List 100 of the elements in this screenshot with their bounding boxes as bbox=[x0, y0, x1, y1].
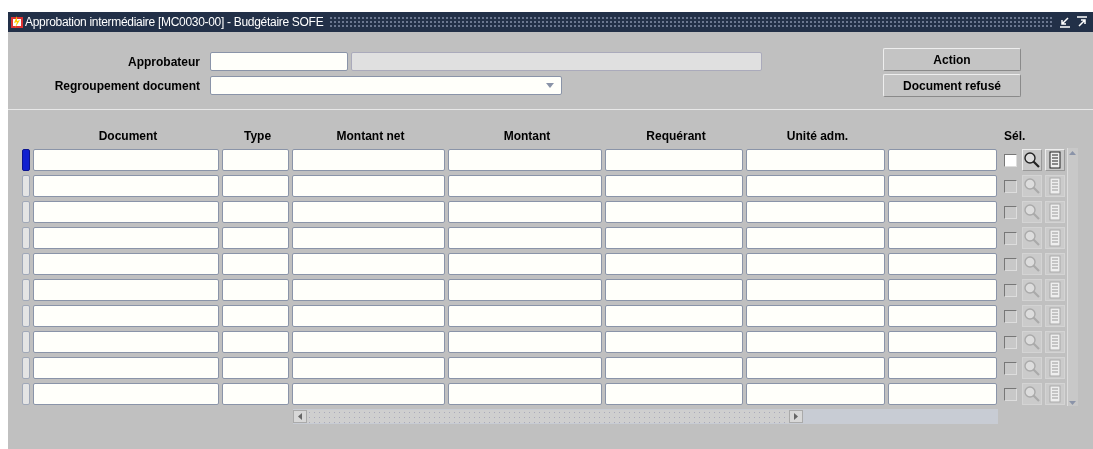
table-cell[interactable] bbox=[448, 253, 602, 275]
checkbox[interactable] bbox=[1004, 283, 1017, 297]
list-button[interactable] bbox=[1045, 201, 1065, 223]
checkbox[interactable] bbox=[1004, 309, 1017, 323]
list-button[interactable] bbox=[1045, 227, 1065, 249]
table-cell[interactable] bbox=[746, 175, 885, 197]
table-cell[interactable] bbox=[33, 357, 219, 379]
table-cell[interactable] bbox=[448, 149, 602, 171]
record-indicator[interactable] bbox=[22, 175, 30, 197]
table-cell[interactable] bbox=[448, 357, 602, 379]
table-cell[interactable] bbox=[222, 305, 289, 327]
horizontal-scrollbar[interactable] bbox=[293, 409, 998, 424]
table-cell[interactable] bbox=[448, 383, 602, 405]
checkbox[interactable] bbox=[1004, 361, 1017, 375]
table-cell[interactable] bbox=[222, 279, 289, 301]
table-cell[interactable] bbox=[605, 383, 743, 405]
record-indicator[interactable] bbox=[22, 383, 30, 405]
table-cell[interactable] bbox=[292, 149, 445, 171]
vertical-scrollbar[interactable] bbox=[1067, 148, 1078, 406]
record-indicator[interactable] bbox=[22, 227, 30, 249]
table-cell[interactable] bbox=[746, 305, 885, 327]
checkbox[interactable] bbox=[1004, 387, 1017, 401]
table-cell[interactable] bbox=[448, 279, 602, 301]
checkbox[interactable] bbox=[1004, 153, 1017, 167]
table-cell[interactable] bbox=[292, 357, 445, 379]
table-cell[interactable] bbox=[746, 253, 885, 275]
table-cell[interactable] bbox=[222, 357, 289, 379]
table-cell[interactable] bbox=[448, 227, 602, 249]
record-indicator[interactable] bbox=[22, 331, 30, 353]
table-cell[interactable] bbox=[292, 253, 445, 275]
dropdown-field[interactable] bbox=[210, 76, 562, 95]
table-cell[interactable] bbox=[222, 149, 289, 171]
record-indicator[interactable] bbox=[22, 357, 30, 379]
table-cell[interactable] bbox=[746, 383, 885, 405]
table-cell[interactable] bbox=[605, 305, 743, 327]
table-cell[interactable] bbox=[292, 201, 445, 223]
table-cell[interactable] bbox=[33, 305, 219, 327]
checkbox[interactable] bbox=[1004, 179, 1017, 193]
record-indicator[interactable] bbox=[22, 149, 30, 171]
table-cell[interactable] bbox=[33, 175, 219, 197]
table-cell[interactable] bbox=[605, 201, 743, 223]
scroll-right-icon[interactable] bbox=[793, 412, 799, 421]
table-cell[interactable] bbox=[746, 357, 885, 379]
table-cell[interactable] bbox=[746, 201, 885, 223]
scroll-left-icon[interactable] bbox=[297, 412, 303, 421]
table-cell[interactable] bbox=[448, 201, 602, 223]
list-button[interactable] bbox=[1045, 253, 1065, 275]
list-button[interactable] bbox=[1045, 383, 1065, 405]
record-indicator[interactable] bbox=[22, 253, 30, 275]
table-cell[interactable] bbox=[292, 305, 445, 327]
table-cell[interactable] bbox=[746, 279, 885, 301]
table-cell[interactable] bbox=[33, 201, 219, 223]
table-cell[interactable] bbox=[605, 175, 743, 197]
table-cell[interactable] bbox=[292, 227, 445, 249]
refuse-button[interactable]: Document refusé bbox=[883, 74, 1021, 97]
table-cell[interactable] bbox=[888, 383, 997, 405]
table-cell[interactable] bbox=[222, 175, 289, 197]
table-cell[interactable] bbox=[33, 383, 219, 405]
table-cell[interactable] bbox=[605, 357, 743, 379]
table-cell[interactable] bbox=[222, 383, 289, 405]
table-cell[interactable] bbox=[888, 201, 997, 223]
table-cell[interactable] bbox=[888, 357, 997, 379]
table-cell[interactable] bbox=[222, 201, 289, 223]
list-button[interactable] bbox=[1045, 331, 1065, 353]
checkbox[interactable] bbox=[1004, 257, 1017, 271]
table-cell[interactable] bbox=[222, 227, 289, 249]
checkbox[interactable] bbox=[1004, 205, 1017, 219]
record-indicator[interactable] bbox=[22, 279, 30, 301]
table-cell[interactable] bbox=[888, 149, 997, 171]
table-cell[interactable] bbox=[448, 305, 602, 327]
minimize-icon[interactable] bbox=[1059, 16, 1071, 28]
table-cell[interactable] bbox=[222, 331, 289, 353]
table-cell[interactable] bbox=[888, 227, 997, 249]
table-cell[interactable] bbox=[33, 253, 219, 275]
checkbox[interactable] bbox=[1004, 335, 1017, 349]
table-cell[interactable] bbox=[888, 175, 997, 197]
table-cell[interactable] bbox=[292, 331, 445, 353]
action-button[interactable]: Action bbox=[883, 48, 1021, 71]
table-cell[interactable] bbox=[448, 175, 602, 197]
list-button[interactable] bbox=[1045, 305, 1065, 327]
table-cell[interactable] bbox=[605, 149, 743, 171]
record-indicator[interactable] bbox=[22, 201, 30, 223]
table-cell[interactable] bbox=[33, 331, 219, 353]
record-indicator[interactable] bbox=[22, 305, 30, 327]
table-cell[interactable] bbox=[605, 279, 743, 301]
scroll-up-icon[interactable] bbox=[1068, 150, 1077, 156]
table-cell[interactable] bbox=[292, 279, 445, 301]
table-cell[interactable] bbox=[33, 149, 219, 171]
table-cell[interactable] bbox=[33, 279, 219, 301]
table-cell[interactable] bbox=[746, 227, 885, 249]
scroll-down-icon[interactable] bbox=[1068, 400, 1077, 406]
table-cell[interactable] bbox=[222, 253, 289, 275]
table-cell[interactable] bbox=[605, 227, 743, 249]
table-cell[interactable] bbox=[605, 331, 743, 353]
table-cell[interactable] bbox=[33, 227, 219, 249]
table-cell[interactable] bbox=[888, 253, 997, 275]
table-cell[interactable] bbox=[888, 305, 997, 327]
table-cell[interactable] bbox=[605, 253, 743, 275]
table-cell[interactable] bbox=[746, 331, 885, 353]
list-button[interactable] bbox=[1045, 357, 1065, 379]
